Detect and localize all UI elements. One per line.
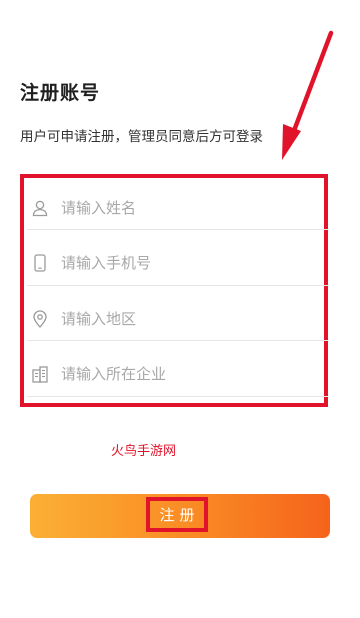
phone-field <box>27 235 329 291</box>
company-input[interactable] <box>61 359 329 389</box>
user-icon <box>31 199 49 217</box>
register-button-label: 注册 <box>146 497 208 532</box>
divider <box>27 229 329 230</box>
name-input[interactable] <box>61 193 329 223</box>
region-input[interactable] <box>61 304 329 334</box>
building-icon <box>31 365 49 383</box>
register-button[interactable]: 注册 <box>30 494 330 538</box>
page-subtitle: 用户可申请注册，管理员同意后方可登录 <box>20 129 263 145</box>
divider <box>27 396 329 397</box>
name-field <box>27 180 329 236</box>
company-field <box>27 346 329 402</box>
divider <box>27 285 329 286</box>
region-field <box>27 291 329 347</box>
location-pin-icon <box>31 310 49 328</box>
page-title: 注册账号 <box>20 82 101 104</box>
phone-icon <box>31 254 49 272</box>
phone-input[interactable] <box>61 248 329 278</box>
watermark-text: 火鸟手游网 <box>111 444 177 459</box>
divider <box>27 340 329 341</box>
